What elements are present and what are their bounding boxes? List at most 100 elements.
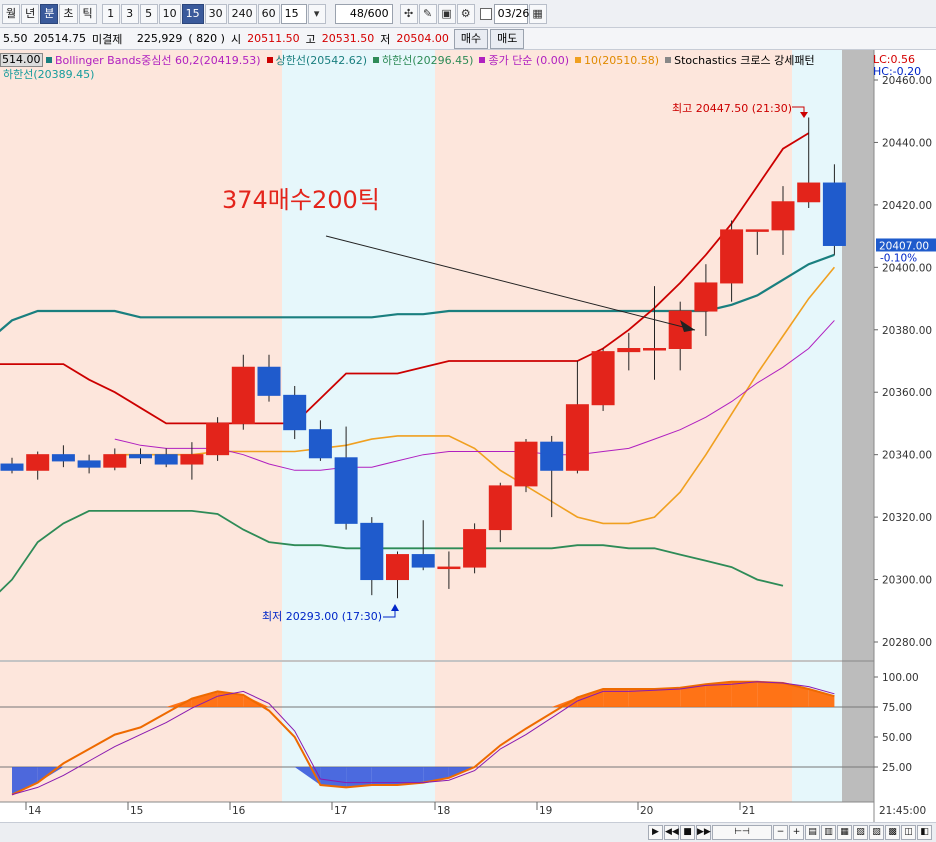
chevron-down-icon[interactable]: ▾ (307, 3, 326, 24)
period-year-button[interactable]: 년 (21, 3, 40, 24)
candle-body (26, 454, 50, 471)
quote-bar: 5.50 20514.75 미결제 225,929 ( 820 ) 시 2051… (0, 28, 936, 50)
interval-5-button[interactable]: 5 (139, 3, 158, 24)
stoch-tick-label: 75.00 (882, 702, 912, 714)
legend-bb-lower[interactable]: 하한선(20296.45) (373, 52, 473, 68)
time-right-label: 21:45:00 (879, 805, 926, 817)
candle-body (694, 282, 718, 312)
rewind-icon[interactable]: ◀◀ (664, 825, 679, 840)
interval-60-button[interactable]: 60 (257, 3, 280, 24)
hc-value: HC:-0.20 (873, 65, 922, 78)
candle-body (411, 554, 435, 568)
period-month-button[interactable]: 월 (2, 3, 21, 24)
buy-button[interactable]: 매수 (453, 28, 489, 49)
open-value: 20511.50 (247, 32, 300, 45)
gear-icon[interactable]: ⚙ (456, 3, 475, 24)
layout-icon-6[interactable]: ▩ (885, 825, 900, 840)
current-change-label: -0.10% (880, 252, 917, 264)
current-price: 20514.75 (33, 32, 87, 45)
layout-icon-4[interactable]: ▧ (853, 825, 868, 840)
layout-icon-7[interactable]: ◫ (901, 825, 916, 840)
stoch-overbought-fill (731, 681, 758, 707)
stoch-oversold-fill (320, 767, 347, 788)
candle-body (643, 348, 666, 351)
candle-body (565, 404, 589, 471)
layout-icon-5[interactable]: ▨ (869, 825, 884, 840)
candle-body (257, 366, 281, 396)
candle-body (231, 366, 255, 424)
date-checkbox[interactable] (479, 7, 492, 20)
stoch-session-bg-0 (0, 662, 282, 802)
interval-30-button[interactable]: 30 (204, 3, 227, 24)
candle-body (103, 454, 127, 468)
interval-3-button[interactable]: 3 (120, 3, 139, 24)
zoom-slider[interactable]: ⊢⊣ (712, 825, 772, 840)
price-tick-label: 20380.00 (882, 325, 932, 337)
candle-body (771, 201, 795, 231)
time-tick-label: 15 (130, 805, 143, 817)
candle-body (514, 441, 538, 487)
legend-close-simple[interactable]: 종가 단순 (0.00) (479, 52, 569, 68)
paren-value: ( 820 ) (188, 32, 225, 45)
price-tick-label: 20340.00 (882, 450, 932, 462)
annotation-note: 374매수200틱 (222, 186, 380, 214)
candle-body (463, 529, 487, 568)
price-tick-label: 20440.00 (882, 137, 932, 149)
indicator-legend: Bollinger Bands중심선 60,2(20419.53) 상한선(20… (46, 53, 821, 67)
save-icon[interactable]: ▣ (437, 3, 456, 24)
layout-icon-1[interactable]: ▤ (805, 825, 820, 840)
legend-stochastics[interactable]: Stochastics 크로스 강세패턴 (665, 52, 815, 68)
zoom-in-icon[interactable]: + (789, 825, 804, 840)
legend-bb-upper[interactable]: 상한선(20542.62) (266, 52, 367, 68)
chart-scrollbar[interactable]: ▶ ◀◀ ■ ▶▶ ⊢⊣ − + ▤ ▥ ▦ ▧ ▨ ▩ ◫ ◧ (0, 822, 936, 842)
date-input[interactable]: 03/26 (493, 3, 529, 24)
stop-icon[interactable]: ■ (680, 825, 695, 840)
stoch-session-bg-3 (792, 662, 842, 802)
legend-lower-band: 하한선(20389.45) (3, 68, 95, 81)
sell-button[interactable]: 매도 (490, 28, 525, 49)
zoom-out-icon[interactable]: − (773, 825, 788, 840)
high-label: 고 (305, 32, 316, 46)
high-label: 최고 20447.50 (21:30) (672, 102, 792, 115)
candle-body (437, 566, 461, 570)
draw-tool-icon[interactable]: ✎ (418, 3, 437, 24)
price-tick-label: 20420.00 (882, 200, 932, 212)
candle-body (77, 460, 101, 468)
interval-240-button[interactable]: 240 (227, 3, 257, 24)
count-input[interactable]: 48/600 (334, 3, 393, 24)
stoch-tick-label: 50.00 (882, 732, 912, 744)
period-tick-button[interactable]: 틱 (78, 3, 97, 24)
time-tick-label: 16 (232, 805, 246, 817)
play-icon[interactable]: ▶ (648, 825, 663, 840)
period-minute-button[interactable]: 분 (40, 3, 59, 24)
price-chart[interactable]: 374매수200틱 최고 20447.50 (21:30) 최저 20293.00 … (0, 50, 936, 822)
candle-body (51, 454, 75, 462)
crosshair-icon[interactable]: ✣ (399, 3, 418, 24)
legend-first-value: 514.00 (0, 53, 43, 67)
price-tick-label: 20300.00 (882, 575, 932, 587)
high-value: 20531.50 (321, 32, 375, 45)
period-second-button[interactable]: 초 (59, 3, 78, 24)
interval-1-button[interactable]: 1 (101, 3, 120, 24)
candle-body (206, 422, 230, 456)
layout-icon-2[interactable]: ▥ (821, 825, 836, 840)
calendar-icon[interactable]: ▦ (528, 3, 547, 24)
candle-body (591, 351, 615, 406)
candle-body (617, 348, 641, 353)
forward-icon[interactable]: ▶▶ (696, 825, 711, 840)
interval-select[interactable]: 15 (280, 3, 307, 24)
layout-icon-3[interactable]: ▦ (837, 825, 852, 840)
toolbar-top: 월 년 분 초 틱 1 3 5 10 15 30 240 60 15 ▾ 48/… (0, 0, 936, 28)
candle-body (283, 394, 307, 431)
interval-10-button[interactable]: 10 (158, 3, 181, 24)
open-interest-label: 미결제 (92, 32, 123, 46)
candle-body (386, 554, 409, 581)
candle-body (797, 182, 821, 203)
interval-15-button[interactable]: 15 (181, 3, 204, 24)
stoch-tick-label: 100.00 (882, 672, 919, 684)
stoch-overbought-fill (654, 687, 681, 707)
price-tick-label: 20320.00 (882, 512, 932, 524)
layout-icon-8[interactable]: ◧ (917, 825, 932, 840)
legend-ma10[interactable]: 10(20510.58) (575, 54, 659, 67)
open-interest-value: 225,929 (136, 32, 183, 45)
